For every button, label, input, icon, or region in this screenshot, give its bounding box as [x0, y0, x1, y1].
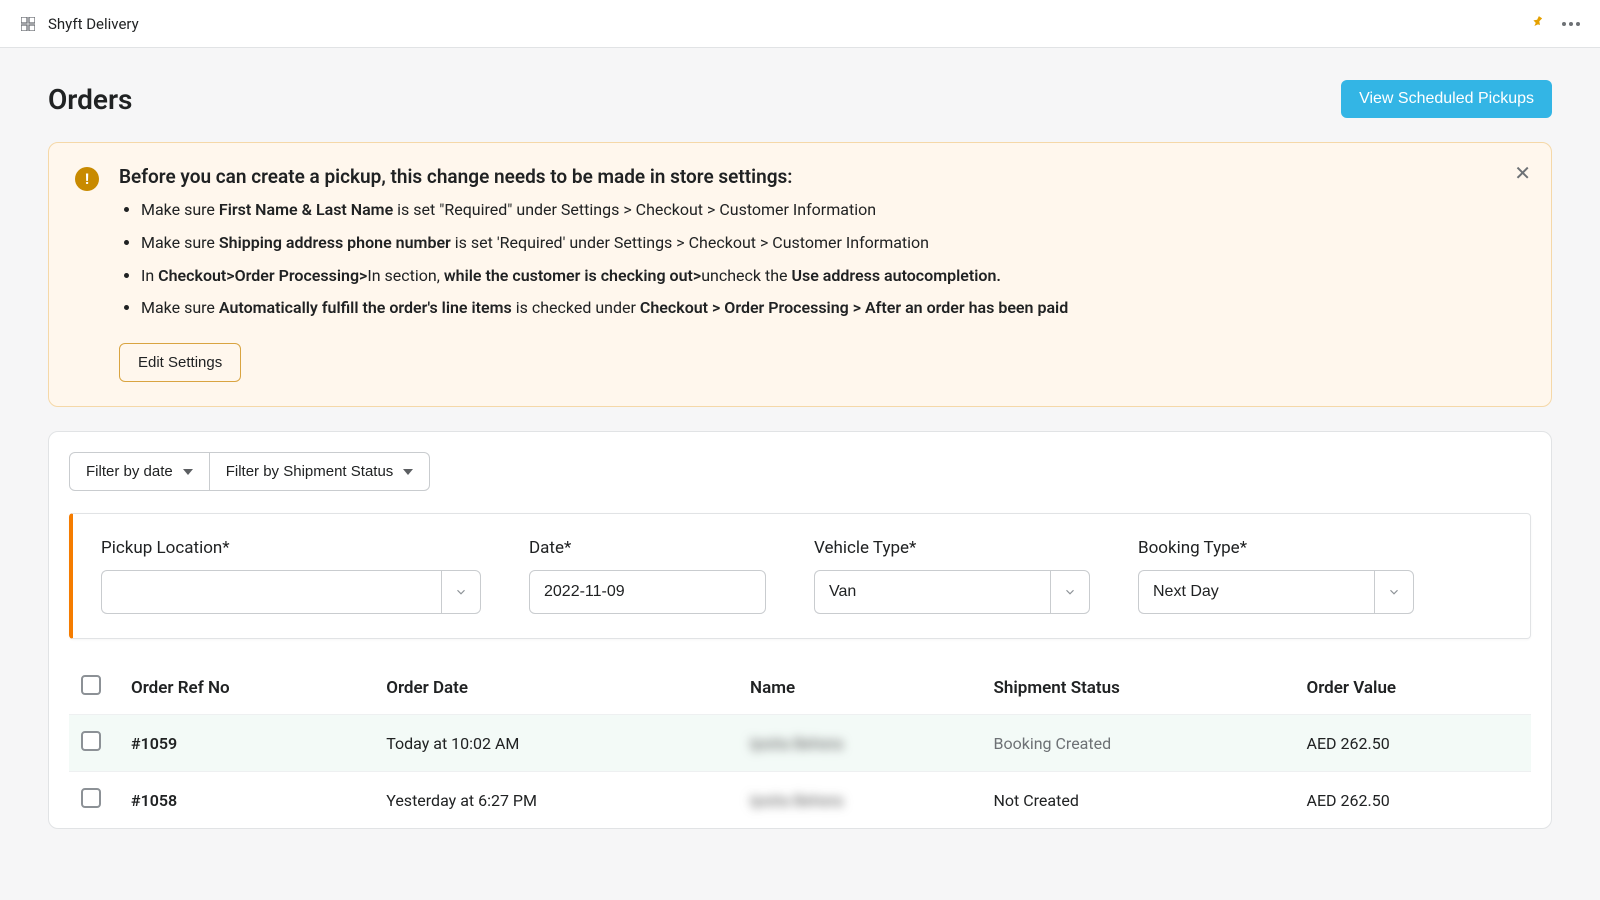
order-date: Today at 10:02 AM: [374, 715, 738, 772]
more-menu-icon[interactable]: [1562, 22, 1580, 26]
banner-item: In Checkout>Order Processing>In section,…: [141, 264, 1525, 289]
app-title: Shyft Delivery: [48, 15, 139, 33]
order-name: Ipsita Behera: [738, 715, 981, 772]
warning-icon: !: [75, 167, 99, 191]
chevron-down-icon: [403, 469, 413, 475]
banner-item: Make sure Shipping address phone number …: [141, 231, 1525, 256]
row-checkbox[interactable]: [81, 788, 101, 808]
col-ref: Order Ref No: [119, 661, 374, 715]
order-value: AED 262.50: [1295, 772, 1532, 829]
col-name: Name: [738, 661, 981, 715]
table-row[interactable]: #1058 Yesterday at 6:27 PM Ipsita Behera…: [69, 772, 1531, 829]
row-checkbox[interactable]: [81, 731, 101, 751]
col-value: Order Value: [1295, 661, 1532, 715]
pickup-location-label: Pickup Location*: [101, 538, 481, 558]
order-value: AED 262.50: [1295, 715, 1532, 772]
edit-settings-button[interactable]: Edit Settings: [119, 343, 241, 382]
banner-item: Make sure Automatically fulfill the orde…: [141, 296, 1525, 321]
booking-type-select[interactable]: [1138, 570, 1374, 614]
vehicle-type-label: Vehicle Type*: [814, 538, 1090, 558]
filter-by-date-label: Filter by date: [86, 463, 173, 480]
col-status: Shipment Status: [982, 661, 1295, 715]
page-title: Orders: [48, 83, 132, 116]
chevron-down-icon: [183, 469, 193, 475]
pickup-location-select[interactable]: [101, 570, 441, 614]
settings-warning-banner: ✕ ! Before you can create a pickup, this…: [48, 142, 1552, 407]
banner-item: Make sure First Name & Last Name is set …: [141, 198, 1525, 223]
col-date: Order Date: [374, 661, 738, 715]
select-all-checkbox[interactable]: [81, 675, 101, 695]
order-status: Not Created: [982, 772, 1295, 829]
close-icon[interactable]: ✕: [1514, 161, 1531, 186]
table-row[interactable]: #1059 Today at 10:02 AM Ipsita Behera Bo…: [69, 715, 1531, 772]
vehicle-type-select[interactable]: [814, 570, 1050, 614]
order-status: Booking Created: [982, 715, 1295, 772]
chevron-down-icon[interactable]: [441, 570, 481, 614]
order-date: Yesterday at 6:27 PM: [374, 772, 738, 829]
pin-icon[interactable]: [1530, 14, 1546, 34]
order-name: Ipsita Behera: [738, 772, 981, 829]
view-scheduled-pickups-button[interactable]: View Scheduled Pickups: [1341, 80, 1552, 118]
date-label: Date*: [529, 538, 766, 558]
chevron-down-icon[interactable]: [1050, 570, 1090, 614]
date-input[interactable]: [529, 570, 766, 614]
banner-title: Before you can create a pickup, this cha…: [119, 165, 1525, 188]
app-grid-icon: [20, 16, 36, 32]
booking-type-label: Booking Type*: [1138, 538, 1414, 558]
orders-table: Order Ref No Order Date Name Shipment St…: [69, 661, 1531, 828]
order-ref: #1059: [119, 715, 374, 772]
order-ref: #1058: [119, 772, 374, 829]
filter-by-status-label: Filter by Shipment Status: [226, 463, 394, 480]
banner-list: Make sure First Name & Last Name is set …: [119, 198, 1525, 321]
pickup-form-panel: Pickup Location* Date* Vehicle Type*: [69, 513, 1531, 639]
chevron-down-icon[interactable]: [1374, 570, 1414, 614]
filter-by-date-button[interactable]: Filter by date: [69, 452, 210, 491]
filter-by-status-button[interactable]: Filter by Shipment Status: [210, 452, 431, 491]
